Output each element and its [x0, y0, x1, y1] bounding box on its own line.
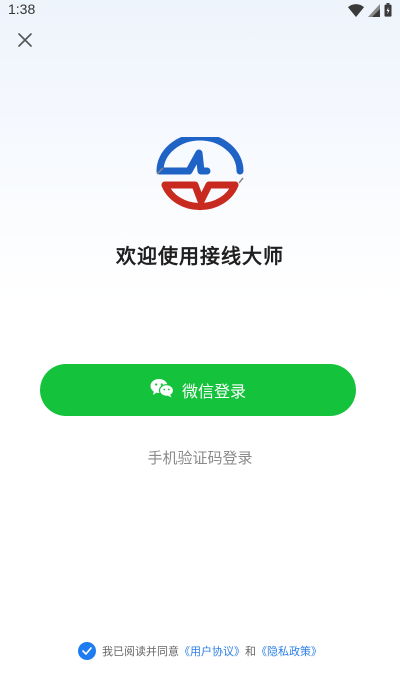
- status-time: 1:38: [8, 1, 36, 17]
- signal-icon: [368, 3, 380, 17]
- phone-code-login-link[interactable]: 手机验证码登录: [0, 447, 400, 468]
- agreement-row: 我已阅读并同意 《用户协议》 和 《隐私政策》: [0, 640, 400, 662]
- bolt-logo-icon: [155, 133, 245, 225]
- wechat-login-button[interactable]: 微信登录: [40, 364, 356, 416]
- agreement-prefix: 我已阅读并同意: [102, 645, 179, 658]
- app-logo: [155, 133, 245, 221]
- status-bar: 1:38: [0, 0, 400, 20]
- wifi-icon: [348, 3, 364, 17]
- agree-checkbox[interactable]: [78, 642, 96, 660]
- battery-icon: [384, 3, 392, 17]
- close-button[interactable]: [14, 30, 36, 52]
- status-icons: [348, 3, 392, 17]
- close-icon: [18, 32, 32, 51]
- agreement-conjunction: 和: [245, 645, 256, 658]
- check-icon: [82, 645, 92, 658]
- privacy-policy-link[interactable]: 《隐私政策》: [256, 643, 322, 659]
- wechat-icon: [150, 378, 175, 402]
- user-agreement-link[interactable]: 《用户协议》: [179, 643, 245, 659]
- wechat-login-label: 微信登录: [181, 382, 246, 401]
- app-title: 欢迎使用接线大师: [116, 244, 284, 268]
